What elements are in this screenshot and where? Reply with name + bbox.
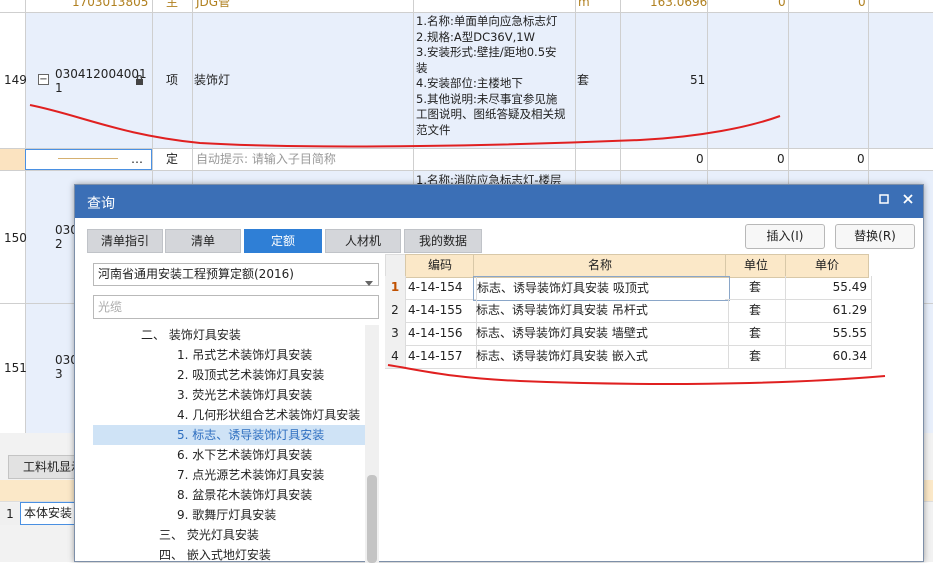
quota-tree: 二、 装饰灯具安装 1. 吊式艺术装饰灯具安装 2. 吸顶式艺术装饰灯具安装 3… bbox=[93, 325, 365, 563]
table-cell-price[interactable]: 60.34 bbox=[785, 345, 872, 369]
replace-button[interactable]: 替换(R) bbox=[835, 224, 915, 249]
table-cell-name[interactable]: 标志、诱导装饰灯具安装 吸顶式 bbox=[473, 276, 730, 301]
cell-v2: 0 bbox=[777, 152, 785, 166]
tree-item[interactable]: 四、 嵌入式地灯安装 bbox=[159, 545, 271, 563]
cell-type: 主 bbox=[166, 0, 179, 9]
chevron-down-icon bbox=[365, 272, 373, 293]
table-cell-price[interactable]: 55.55 bbox=[785, 322, 872, 346]
tree-item[interactable]: 1. 吊式艺术装饰灯具安装 bbox=[177, 345, 312, 365]
tab-list-guide[interactable]: 清单指引 bbox=[87, 229, 163, 253]
tree-item[interactable]: 4. 几何形状组合艺术装饰灯具安装 bbox=[177, 405, 360, 425]
row-number: 150 bbox=[4, 231, 27, 245]
col-header-unit[interactable]: 单位 bbox=[725, 254, 787, 278]
search-input[interactable]: 光缆 bbox=[93, 295, 379, 319]
tree-item[interactable]: 8. 盆景花木装饰灯具安装 bbox=[177, 485, 312, 505]
tab-my-data[interactable]: 我的数据 bbox=[404, 229, 482, 253]
name-input[interactable]: 自动提示: 请输入子目简称 bbox=[196, 151, 336, 167]
cell-name: 装饰灯 bbox=[194, 73, 231, 87]
code-edit-input[interactable]: … bbox=[25, 149, 152, 170]
quota-library-select[interactable]: 河南省通用安装工程预算定额(2016) bbox=[93, 263, 379, 286]
row-number: 149 bbox=[4, 73, 27, 87]
cell-qty: 163.0696 bbox=[650, 0, 708, 9]
table-cell-unit[interactable]: 套 bbox=[725, 299, 786, 323]
col-header-code[interactable]: 编码 bbox=[405, 254, 475, 278]
tab-quota[interactable]: 定额 bbox=[244, 229, 322, 253]
tab-labor-material[interactable]: 人材机 bbox=[325, 229, 401, 253]
query-dialog: 查询 清单指引 清单 定额 人材机 我的数据 插入(I) 替换(R) 河南省通用… bbox=[74, 184, 924, 563]
tree-item[interactable]: 二、 装饰灯具安装 bbox=[141, 325, 241, 345]
row-number: 151 bbox=[4, 361, 27, 375]
table-cell-price[interactable]: 55.49 bbox=[785, 276, 872, 300]
tree-item-selected[interactable]: 5. 标志、诱导装饰灯具安装 bbox=[93, 425, 365, 445]
cell-name: JDG管 bbox=[196, 0, 231, 9]
table-cell-unit[interactable]: 套 bbox=[725, 345, 786, 369]
cell-code: 030412004001 bbox=[55, 67, 147, 81]
table-cell-code[interactable]: 4-14-157 bbox=[405, 345, 477, 369]
table-cell-name[interactable]: 标志、诱导装饰灯具安装 吊杆式 bbox=[473, 299, 729, 323]
table-cell-code[interactable]: 4-14-156 bbox=[405, 322, 477, 346]
row-number: 4 bbox=[385, 345, 406, 369]
tree-item[interactable]: 2. 吸顶式艺术装饰灯具安装 bbox=[177, 365, 324, 385]
cell-unit: 套 bbox=[577, 73, 590, 87]
tree-item[interactable]: 7. 点光源艺术装饰灯具安装 bbox=[177, 465, 324, 485]
table-cell-code[interactable]: 4-14-155 bbox=[405, 299, 477, 323]
tree-item[interactable]: 9. 歌舞厅灯具安装 bbox=[177, 505, 276, 525]
cell-code: 1703013805 bbox=[72, 0, 149, 9]
row-number: 2 bbox=[385, 299, 406, 323]
tree-item[interactable]: 三、 荧光灯具安装 bbox=[159, 525, 259, 545]
collapse-toggle[interactable]: − bbox=[38, 74, 49, 85]
dialog-title: 查询 bbox=[87, 196, 115, 212]
cell-v3: 0 bbox=[857, 152, 865, 166]
cell-description: 1.名称:单面单向应急标志灯 2.规格:A型DC36V,1W 3.安装形式:壁挂… bbox=[416, 14, 566, 137]
cell-code-line2: 1 bbox=[55, 81, 63, 95]
tree-item[interactable]: 3. 荧光艺术装饰灯具安装 bbox=[177, 385, 312, 405]
row-number: 3 bbox=[385, 322, 406, 346]
tree-item[interactable]: 6. 水下艺术装饰灯具安装 bbox=[177, 445, 312, 465]
tree-scrollbar-thumb[interactable] bbox=[367, 475, 377, 563]
cell-v2: 0 bbox=[858, 0, 866, 9]
table-corner bbox=[385, 254, 407, 278]
insert-button[interactable]: 插入(I) bbox=[745, 224, 825, 249]
cell-v1: 0 bbox=[778, 0, 786, 9]
cell-type: 定 bbox=[166, 152, 179, 166]
lock-icon bbox=[135, 74, 144, 85]
table-cell-name[interactable]: 标志、诱导装饰灯具安装 嵌入式 bbox=[473, 345, 729, 369]
ellipsis-button[interactable]: … bbox=[131, 151, 143, 167]
cell-unit: m bbox=[578, 0, 590, 9]
table-cell-code[interactable]: 4-14-154 bbox=[405, 276, 477, 300]
cell-qty: 51 bbox=[690, 73, 706, 87]
cell-code-line2: 2 bbox=[55, 237, 63, 251]
col-header-name[interactable]: 名称 bbox=[473, 254, 727, 278]
row-indicator bbox=[0, 148, 25, 170]
table-cell-price[interactable]: 61.29 bbox=[785, 299, 872, 323]
cell-type: 项 bbox=[166, 73, 179, 87]
row-number: 1 bbox=[0, 503, 20, 525]
col-header-price[interactable]: 单价 bbox=[785, 254, 869, 278]
dialog-titlebar[interactable]: 查询 bbox=[75, 185, 923, 218]
table-cell-name[interactable]: 标志、诱导装饰灯具安装 墙壁式 bbox=[473, 322, 729, 346]
table-cell-unit[interactable]: 套 bbox=[725, 322, 786, 346]
close-icon[interactable] bbox=[899, 192, 917, 210]
tab-list[interactable]: 清单 bbox=[165, 229, 241, 253]
table-cell-unit[interactable]: 套 bbox=[725, 276, 786, 300]
cell-v1: 0 bbox=[696, 152, 704, 166]
cell-code-line2: 3 bbox=[55, 367, 63, 381]
maximize-icon[interactable] bbox=[875, 192, 893, 210]
row-number: 1 bbox=[385, 276, 406, 300]
